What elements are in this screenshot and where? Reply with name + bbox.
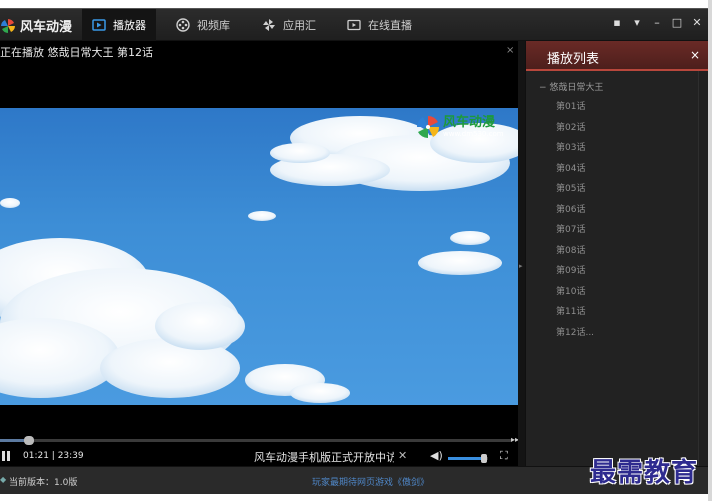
watermark: 风车动漫 www.dm530.com xyxy=(416,115,504,139)
pinwheel-watermark-icon xyxy=(416,115,440,139)
collapse-arrow-icon[interactable]: ▸ xyxy=(519,262,523,270)
collapse-icon[interactable]: − xyxy=(539,83,547,93)
playlist-item[interactable]: 第06话 xyxy=(556,202,585,215)
playlist-panel: 播放列表 × − 悠哉日常大王 第01话 第02话 第03话 第04话 第05话… xyxy=(525,41,712,466)
tab-label: 视频库 xyxy=(197,19,230,32)
volume-level xyxy=(448,457,484,460)
control-bar: 01:21 | 23:39 风车动漫手机版正式开放中访问 ✕ ◀) ⛶ xyxy=(0,446,518,466)
playlist-group-title: 悠哉日常大王 xyxy=(549,83,604,93)
pinwheel-logo-icon xyxy=(1,18,15,33)
player-icon xyxy=(92,19,106,31)
video-frame[interactable]: 风车动漫 www.dm530.com xyxy=(0,108,518,405)
seek-handle[interactable] xyxy=(24,436,35,445)
seek-bar[interactable] xyxy=(0,436,512,445)
maximize-icon: □ xyxy=(671,15,683,29)
shuffle-icon[interactable]: ✕ xyxy=(398,449,407,462)
playlist-group[interactable]: − 悠哉日常大王 xyxy=(539,80,603,93)
watermark-url: www.dm530.com xyxy=(443,130,504,138)
volume-icon[interactable]: ◀) xyxy=(430,449,443,462)
playlist-item[interactable]: 第07话 xyxy=(556,222,585,235)
playlist-item[interactable]: 第10话 xyxy=(556,284,585,297)
close-button[interactable]: ✕ xyxy=(690,15,704,29)
tab-label: 在线直播 xyxy=(368,19,412,32)
pause-button[interactable] xyxy=(2,451,10,461)
pinwheel-icon xyxy=(263,19,275,31)
live-tv-icon xyxy=(347,19,361,31)
minimize-button[interactable]: – xyxy=(650,15,664,29)
playlist-item[interactable]: 第09话 xyxy=(556,263,585,276)
tab-app-hub[interactable]: 应用汇 xyxy=(262,9,316,41)
tab-player[interactable]: 播放器 xyxy=(82,9,156,41)
version-icon: ◆ xyxy=(0,475,7,484)
volume-handle[interactable] xyxy=(481,454,487,463)
fullscreen-icon[interactable]: ⛶ xyxy=(500,449,508,463)
tab-label: 应用汇 xyxy=(283,19,316,32)
playlist-splitter[interactable]: ▸ xyxy=(518,41,525,466)
player-window: 风车动漫 播放器 视频库 应用汇 在线直播 ▪ ▾ – □ ✕ 正在播放 悠哉日… xyxy=(0,8,712,494)
app-logo[interactable]: 风车动漫 xyxy=(0,16,72,35)
tab-video-library[interactable]: 视频库 xyxy=(176,9,230,41)
tab-label: 播放器 xyxy=(113,19,146,32)
time-display: 01:21 | 23:39 xyxy=(23,451,84,461)
playlist-item[interactable]: 第01话 xyxy=(556,99,585,112)
ad-link[interactable]: 玩家最期待网页游戏《傲剑》 xyxy=(312,475,429,488)
now-playing-title: 正在播放 悠哉日常大王 第12话 xyxy=(0,46,153,59)
playlist-header: 播放列表 × xyxy=(526,41,712,71)
playlist-item[interactable]: 第05话 xyxy=(556,181,585,194)
playlist-item[interactable]: 第03话 xyxy=(556,140,585,153)
video-player[interactable]: 正在播放 悠哉日常大王 第12话 × 风车动漫 www.dm530.com ▸▸… xyxy=(0,41,519,466)
app-name: 风车动漫 xyxy=(20,20,73,35)
watermark-title: 风车动漫 xyxy=(443,115,496,130)
version-text: 当前版本：1.0版 xyxy=(9,478,78,488)
top-bar: 风车动漫 播放器 视频库 应用汇 在线直播 ▪ ▾ – □ ✕ xyxy=(0,9,712,41)
now-playing-close-icon[interactable]: × xyxy=(506,45,514,56)
menu-icon: ▾ xyxy=(634,15,640,29)
brand-watermark: 最需教育 xyxy=(590,458,699,488)
playlist-item[interactable]: 第04话 xyxy=(556,161,585,174)
minimize-icon: – xyxy=(654,15,660,29)
scrolling-notice[interactable]: 风车动漫手机版正式开放中访问 xyxy=(254,449,394,465)
sky-clouds-image xyxy=(0,116,518,403)
skin-icon: ▪ xyxy=(613,15,621,29)
playlist-item[interactable]: 第11话 xyxy=(556,304,585,317)
close-icon: ✕ xyxy=(692,15,702,29)
playlist-title: 播放列表 xyxy=(547,52,600,67)
film-reel-icon xyxy=(176,18,190,32)
menu-button[interactable]: ▾ xyxy=(630,15,644,29)
playlist-item-current[interactable]: 第12话... xyxy=(556,325,594,338)
playlist-item[interactable]: 第02话 xyxy=(556,120,585,133)
playlist-item[interactable]: 第08话 xyxy=(556,243,585,256)
playlist-close-icon[interactable]: × xyxy=(690,48,700,62)
skin-button[interactable]: ▪ xyxy=(610,15,624,29)
maximize-button[interactable]: □ xyxy=(670,15,684,29)
window-edge xyxy=(708,0,712,501)
volume-slider[interactable] xyxy=(448,454,488,463)
playlist-list: − 悠哉日常大王 第01话 第02话 第03话 第04话 第05话 第06话 第… xyxy=(526,71,698,466)
tab-live-stream[interactable]: 在线直播 xyxy=(347,9,412,41)
